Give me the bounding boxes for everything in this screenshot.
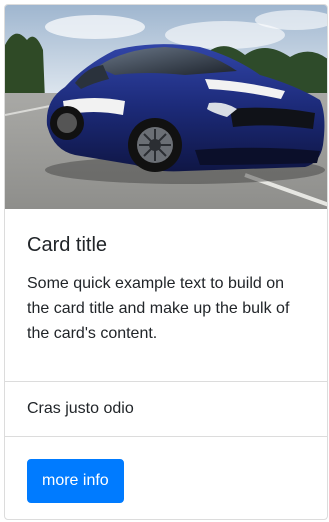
card-title: Card title <box>27 234 108 256</box>
car-photo <box>5 5 327 209</box>
list-item: Cras justo odio <box>5 381 327 437</box>
card: Card title Some quick example text to bu… <box>4 4 328 520</box>
card-footer: more info <box>5 437 327 519</box>
card-image <box>5 5 327 209</box>
card-body: Card title Some quick example text to bu… <box>5 209 327 381</box>
more-info-button[interactable]: more info <box>27 459 124 503</box>
card-text: Some quick example text to build on the … <box>27 275 290 342</box>
